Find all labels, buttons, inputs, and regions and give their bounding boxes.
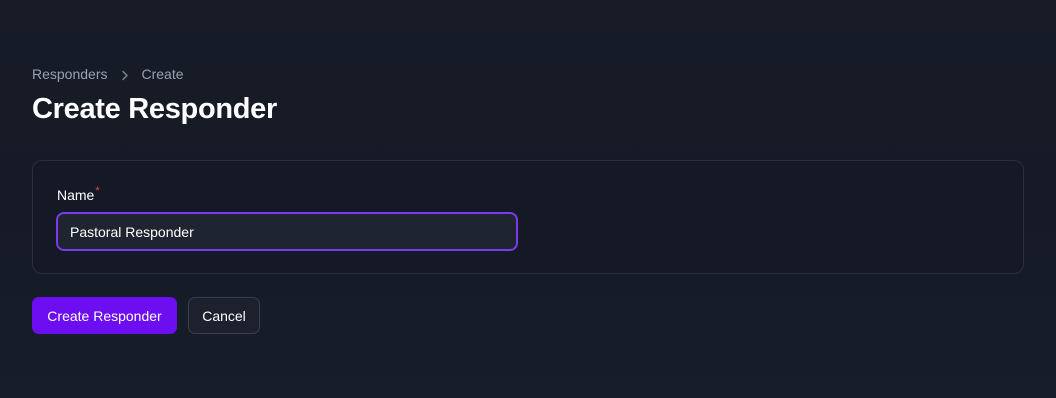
breadcrumb-item-create[interactable]: Create (142, 66, 184, 82)
breadcrumb: Responders Create (32, 66, 184, 82)
form-actions: Create Responder Cancel (32, 297, 260, 334)
name-label-text: Name (57, 187, 95, 203)
name-input[interactable] (56, 212, 518, 251)
chevron-right-icon (114, 67, 136, 82)
name-field-label: Name* (57, 185, 100, 203)
breadcrumb-item-responders[interactable]: Responders (32, 66, 108, 82)
page-title: Create Responder (32, 93, 277, 125)
create-responder-button[interactable]: Create Responder (32, 297, 177, 334)
cancel-button[interactable]: Cancel (188, 297, 260, 334)
required-marker: * (95, 185, 100, 197)
form-card: Name* (32, 160, 1024, 274)
